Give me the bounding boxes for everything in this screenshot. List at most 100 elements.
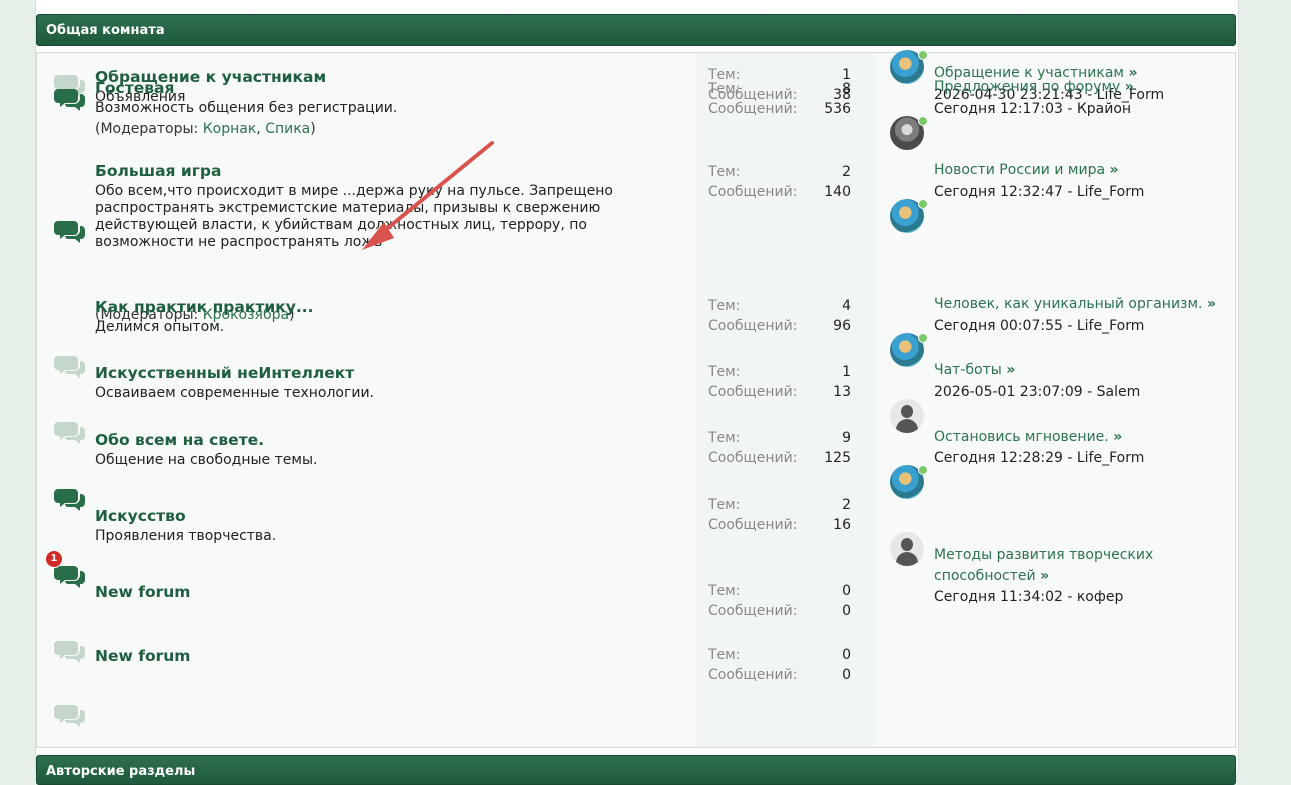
posts-label: Сообщений: bbox=[708, 603, 798, 619]
stats-cell bbox=[697, 203, 875, 337]
forum-description: Обо всем,что происходит в мире ...держа … bbox=[95, 183, 613, 250]
posts-label: Сообщений: bbox=[708, 667, 798, 683]
forum-row: New forum Тем: 0 Сообщений: 0 bbox=[37, 647, 1235, 747]
last-post-topic-title: Чат-боты bbox=[934, 362, 1002, 378]
moderators-label: (Модераторы: bbox=[95, 121, 203, 137]
unread-count-badge: 1 bbox=[45, 550, 63, 568]
category-header-authors[interactable]: Авторские разделы bbox=[36, 755, 1236, 785]
speech-bubbles-icon bbox=[54, 420, 86, 444]
last-post-topic-link[interactable]: Остановись мгновение. » bbox=[934, 427, 1224, 448]
online-status-dot bbox=[918, 333, 928, 343]
user-silhouette-icon[interactable] bbox=[890, 399, 924, 433]
forum-title-link[interactable]: New forum bbox=[95, 583, 190, 601]
topics-count: 1 bbox=[842, 364, 851, 380]
forum-title-link[interactable]: New forum bbox=[95, 647, 190, 665]
last-post-topic-title: Новости России и мира bbox=[934, 162, 1106, 178]
topics-count: 0 bbox=[842, 583, 851, 599]
goto-last-post-arrow[interactable]: » bbox=[1040, 568, 1049, 584]
online-status-dot bbox=[918, 50, 928, 60]
topics-label: Тем: bbox=[708, 364, 741, 380]
online-status-dot bbox=[918, 199, 928, 209]
posts-label: Сообщений: bbox=[708, 384, 798, 400]
last-post-topic-link[interactable]: Предложения по форуму » bbox=[934, 77, 1224, 98]
forum-row: 1 Искусство Проявления творчества. Тем: 2 Соо… bbox=[37, 497, 1235, 622]
forum-title-link[interactable]: Искусство bbox=[95, 507, 186, 525]
last-post-topic-link[interactable]: Чат-боты » bbox=[934, 360, 1224, 381]
last-post-meta: Сегодня 12:32:47 - Life_Form bbox=[934, 184, 1145, 200]
last-post-topic-title: Человек, как уникальный организм. bbox=[934, 296, 1203, 312]
posts-label: Сообщений: bbox=[708, 101, 798, 117]
speech-bubbles-icon bbox=[54, 487, 86, 511]
forum-title-link[interactable]: Обо всем на свете. bbox=[95, 431, 264, 449]
posts-label: Сообщений: bbox=[708, 184, 798, 200]
forum-description: Осваиваем современные технологии. bbox=[95, 385, 375, 401]
topics-count: 9 bbox=[842, 430, 851, 446]
category-title: Общая комната bbox=[46, 23, 165, 38]
speech-bubbles-icon bbox=[54, 703, 86, 727]
last-post-meta: Сегодня 00:07:55 - Life_Form bbox=[934, 318, 1145, 334]
goto-last-post-arrow[interactable]: » bbox=[1110, 162, 1119, 178]
category-header-general[interactable]: Общая комната bbox=[36, 14, 1236, 46]
last-post-topic-link[interactable]: Методы развития творческих способностей … bbox=[934, 545, 1224, 587]
topics-label: Тем: bbox=[708, 430, 741, 446]
topics-label: Тем: bbox=[708, 164, 741, 180]
moderator-link[interactable]: Спика bbox=[265, 121, 310, 137]
forum-description: Проявления творчества. bbox=[95, 528, 277, 544]
speech-bubbles-icon bbox=[54, 564, 86, 588]
speech-bubbles-icon bbox=[54, 354, 86, 378]
online-status-dot bbox=[918, 116, 928, 126]
last-post-topic-link[interactable]: Новости России и мира » bbox=[934, 160, 1224, 181]
posts-count: 96 bbox=[833, 318, 851, 334]
stats-cell bbox=[697, 685, 875, 747]
topics-label: Тем: bbox=[708, 81, 741, 97]
posts-count: 140 bbox=[824, 184, 851, 200]
last-post-meta: Сегодня 12:28:29 - Life_Form bbox=[934, 450, 1145, 466]
topics-label: Тем: bbox=[708, 497, 741, 513]
topics-label: Тем: bbox=[708, 298, 741, 314]
goto-last-post-arrow[interactable]: » bbox=[1125, 79, 1134, 95]
moderator-link[interactable]: Корнак bbox=[203, 121, 257, 137]
topics-label: Тем: bbox=[708, 647, 741, 663]
moderators-close: ) bbox=[310, 121, 316, 137]
speech-bubbles-icon bbox=[54, 639, 86, 663]
goto-last-post-arrow[interactable]: » bbox=[1207, 296, 1216, 312]
topics-label: Тем: bbox=[708, 583, 741, 599]
topics-count: 2 bbox=[842, 497, 851, 513]
topics-count: 0 bbox=[842, 647, 851, 663]
last-post-meta: 2026-05-01 23:07:09 - Salem bbox=[934, 384, 1141, 400]
goto-last-post-arrow[interactable]: » bbox=[1006, 362, 1015, 378]
posts-count: 125 bbox=[824, 450, 851, 466]
topics-count: 8 bbox=[842, 81, 851, 97]
posts-label: Сообщений: bbox=[708, 318, 798, 334]
last-post-meta: Сегодня 11:34:02 - кофер bbox=[934, 589, 1124, 605]
forum-description: Возможность общения без регистрации. bbox=[95, 100, 398, 116]
last-post-topic-title: Предложения по форуму bbox=[934, 79, 1121, 95]
last-post-meta: Сегодня 12:17:03 - Крайон bbox=[934, 101, 1132, 117]
forum-moderators: (Модераторы: Корнак, Спика) bbox=[95, 121, 316, 137]
last-post-topic-title: Остановись мгновение. bbox=[934, 429, 1109, 445]
posts-label: Сообщений: bbox=[708, 450, 798, 466]
last-post-topic-link[interactable]: Человек, как уникальный организм. » bbox=[934, 294, 1224, 315]
posts-count: 0 bbox=[842, 603, 851, 619]
online-status-dot bbox=[918, 465, 928, 475]
forum-title-link[interactable]: Большая игра bbox=[95, 162, 221, 180]
moderator-separator: , bbox=[256, 121, 266, 137]
topics-count: 2 bbox=[842, 164, 851, 180]
posts-label: Сообщений: bbox=[708, 517, 798, 533]
forum-row: New forum Тем: 0 Сообщений: 0 bbox=[37, 583, 1235, 686]
posts-count: 536 bbox=[824, 101, 851, 117]
forum-description: Делимся опытом. bbox=[95, 319, 225, 335]
forum-title-link[interactable]: Искусственный неИнтеллект bbox=[95, 364, 354, 382]
forum-title-link[interactable]: Как практик практику... bbox=[95, 298, 314, 316]
goto-last-post-arrow[interactable]: » bbox=[1113, 429, 1122, 445]
posts-count: 16 bbox=[833, 517, 851, 533]
posts-count: 13 bbox=[833, 384, 851, 400]
forum-list: Обращение к участникам Объявления Тем: 1 Соо… bbox=[36, 50, 1236, 748]
forum-row: Обо всем на свете. Общение на свободные т… bbox=[37, 429, 1235, 536]
forum-title-link[interactable]: Гостевая bbox=[95, 79, 174, 97]
topics-count: 4 bbox=[842, 298, 851, 314]
posts-count: 0 bbox=[842, 667, 851, 683]
user-silhouette-icon[interactable] bbox=[890, 532, 924, 566]
speech-bubbles-icon bbox=[54, 219, 86, 243]
speech-bubbles-icon bbox=[54, 87, 86, 111]
